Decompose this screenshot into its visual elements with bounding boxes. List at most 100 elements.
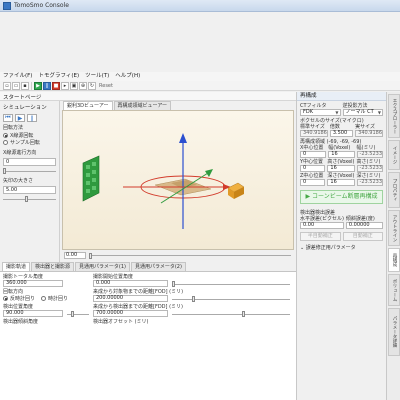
side-tab-label: ボリューム [392,278,397,302]
cone-beam-button-label: コーンビーム断層再構成 [312,193,378,200]
xray-direction-slider[interactable] [3,168,56,174]
fod-slider[interactable] [172,296,290,302]
fdd-label: 来成から検出器までの距離[FDD] (ミリ) [93,304,183,310]
depth-mm-field: -23.5233 [356,179,383,186]
fod-field[interactable]: 200.00000 [93,295,168,302]
radio-dot [3,296,8,301]
tab-params-2[interactable]: 見通用パラメータ(2) [130,262,186,271]
total-angle-field[interactable]: 360.000 [3,280,63,287]
start-page-label: スタートページ [3,95,42,101]
side-tab-explorer[interactable]: エクスプローラー [388,94,400,138]
radio-label: 時計回り [48,296,69,302]
filter-row: CTフィルタ FDK ▼ 逆投影方法 ノーマル CT ▼ [297,101,386,116]
play-icon[interactable]: ▶ [34,81,42,90]
rotate-icon[interactable]: ↻ [88,81,96,90]
y-axis-arrowhead [205,169,213,177]
toolbar-divider [31,81,32,90]
depth-voxel-field[interactable]: 16 [327,179,355,186]
radio-counterclockwise[interactable]: 反時計回り [3,295,35,302]
detector-angle-slider[interactable] [67,311,89,317]
radio-xray-rotation[interactable]: X線源回転 [0,132,59,139]
viewer-slider-value[interactable]: 0.00 [64,252,86,259]
menu-file[interactable]: ファイル(F) [3,72,32,81]
y-center-field[interactable]: 0 [300,165,326,172]
tilt-error-field[interactable]: 0.00000 [345,222,383,229]
std-size-field: 340.9186 [300,130,328,137]
simulation-panel: シミュレーション ⏮ ▶ ∥ 回転方法 X線源回転 サンプル回転 X線源進行方向… [0,101,60,262]
width-mm-field: -23.5233 [356,151,384,158]
tab-params-1[interactable]: 見通用パラメータ(1) [75,262,130,271]
side-tab-image[interactable]: イメージ [388,140,400,170]
menu-bar: ファイル(F) トモグラフィ(E) ツール(T) ヘルプ(H) [0,72,400,81]
reset-button[interactable]: Reset [99,83,113,89]
side-tab-outline[interactable]: アウトライン [388,210,400,246]
3d-viewport[interactable] [62,110,294,250]
tab-trajectory[interactable]: 撮影軌道 [2,262,31,271]
parameter-tabs: 撮影軌道 検出器と撮影源 見通用パラメータ(1) 見通用パラメータ(2) [0,262,296,271]
step-icon[interactable]: ▸ [61,81,69,90]
arrow-size-slider[interactable] [3,196,56,202]
xray-direction-field[interactable]: 0 [3,158,56,166]
start-angle-field[interactable]: 0.000 [93,280,168,287]
height-voxel-field[interactable]: 16 [327,165,355,172]
chevron-down-icon: ⌄ [300,245,305,251]
tab-3d-viewer[interactable]: 鋭利3Dビューアー [63,101,113,110]
tab-detector-source[interactable]: 検出器と撮影源 [31,262,75,271]
play-button[interactable]: ▶ [15,114,25,122]
fdd-slider[interactable] [172,311,290,317]
side-tab-label: 再構成 [392,253,397,267]
new-file-icon[interactable]: ▫ [3,81,11,90]
arrow-size-label: 矢印の大きさ [3,178,34,184]
real-size-field: 340.9186 [355,130,383,137]
menu-tools[interactable]: ツール(T) [85,72,109,81]
rewind-button[interactable]: ⏮ [3,114,13,122]
pause-button[interactable]: ∥ [27,114,37,122]
menu-help[interactable]: ヘルプ(H) [115,72,140,81]
start-angle-slider[interactable] [172,281,290,287]
multiplier-field[interactable]: 3.500 [329,130,354,137]
save-icon[interactable]: ▪ [21,81,29,90]
auto-correction-button[interactable]: 自動補正 [342,232,383,241]
playback-controls: ⏮ ▶ ∥ [0,113,59,123]
radio-clockwise[interactable]: 時計回り [41,295,68,302]
menu-tomography[interactable]: トモグラフィ(E) [38,72,79,81]
ct-filter-select[interactable]: FDK ▼ [300,109,341,116]
detector-angle-field[interactable]: 90.000 [3,310,63,317]
detector-offset-label: 検出器オフセット (ミリ) [93,319,149,325]
title-bar: TomoSmo Console [0,0,400,12]
side-tab-volume[interactable]: ボリューム [388,274,400,306]
detector-panel [82,155,100,202]
side-tab-parameter-detail[interactable]: パラメータ詳細 [388,308,400,356]
viewer-slider[interactable] [89,252,291,259]
semi-auto-correction-button[interactable]: 半自動補正 [300,232,341,241]
region-group: 再構成領域 (-69, -69, -69) X中心位置 0 幅(Voxel) 16 … [297,137,386,186]
stop-icon[interactable]: ■ [52,81,60,90]
pause-icon[interactable]: ∥ [43,81,51,90]
error-params-label: 誤差修正用パラメータ [305,245,356,251]
horizontal-error-field[interactable]: 0.00 [300,222,344,229]
backprojection-select[interactable]: ノーマル CT ▼ [342,109,383,116]
correction-buttons: 半自動補正 自動補正 [300,232,383,241]
start-page-tab[interactable]: スタートページ [0,92,296,101]
zoom-icon[interactable]: ⊕ [79,81,87,90]
tab-region-viewer[interactable]: 再構成領域ビューアー [113,101,172,110]
z-axis-arrowhead [179,133,187,143]
xray-direction-label: X線源進行方向 [3,150,37,156]
open-folder-icon[interactable]: ▭ [12,81,20,90]
cone-beam-reconstruct-button[interactable]: ▶ コーンビーム断層再構成 [300,190,383,204]
viewer-tabs: 鋭利3Dビューアー 再構成領域ビューアー [61,101,295,110]
side-tab-strip: エクスプローラー イメージ プロパティ アウトライン 再構成 ボリューム パラメ… [386,92,400,400]
chevron-down-icon: ▼ [377,110,381,115]
radio-dot [3,133,8,138]
side-tab-properties[interactable]: プロパティ [388,172,400,208]
side-tab-reconstruction[interactable]: 再構成 [388,248,400,272]
arrow-size-field[interactable]: 5.00 [3,186,56,194]
width-voxel-field[interactable]: 16 [328,151,355,158]
error-params-expander[interactable]: ⌄ 誤差修正用パラメータ [300,244,383,251]
x-center-field[interactable]: 0 [300,151,327,158]
fdd-field[interactable]: 700.00000 [93,310,168,317]
radio-sample-rotation[interactable]: サンプル回転 [0,139,59,146]
view-icon[interactable]: ▣ [70,81,78,90]
z-center-field[interactable]: 0 [300,179,326,186]
side-tab-label: アウトライン [392,214,397,242]
